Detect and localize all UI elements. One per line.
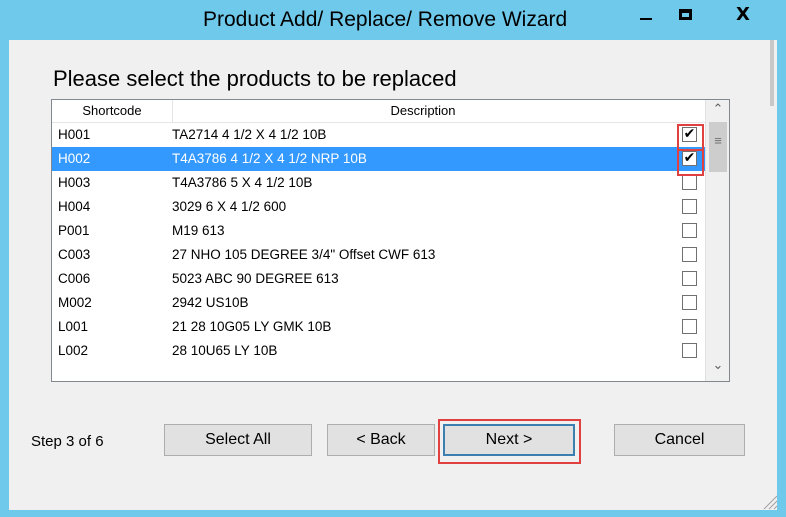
product-list[interactable]: Shortcode Description H001 TA2714 4 1/2 X…	[51, 99, 730, 382]
list-rows: H001 TA2714 4 1/2 X 4 1/2 10B ✔ H002 T4A3786…	[52, 123, 705, 363]
table-row[interactable]: L002 28 10U65 LY 10B	[52, 339, 705, 363]
shortcode-cell: L001	[58, 319, 89, 334]
table-row[interactable]: H003 T4A3786 5 X 4 1/2 10B	[52, 171, 705, 195]
minimize-button[interactable]	[628, 0, 664, 28]
table-row[interactable]: P001 M19 613	[52, 219, 705, 243]
description-cell: 28 10U65 LY 10B	[172, 343, 278, 358]
select-all-button[interactable]: Select All	[164, 424, 312, 456]
description-cell: 3029 6 X 4 1/2 600	[172, 199, 287, 214]
highlight-box-checkbox-2	[677, 149, 704, 176]
table-row[interactable]: M002 2942 US10B	[52, 291, 705, 315]
shortcode-cell: H002	[58, 151, 91, 166]
scroll-thumb[interactable]: ≡	[709, 122, 727, 172]
scroll-up-arrow-icon[interactable]: ⌃	[706, 102, 729, 122]
table-row[interactable]: L001 21 28 10G05 LY GMK 10B	[52, 315, 705, 339]
shortcode-cell: H001	[58, 127, 91, 142]
checkbox[interactable]	[682, 175, 697, 190]
list-header: Shortcode Description	[52, 100, 705, 123]
description-cell: TA2714 4 1/2 X 4 1/2 10B	[172, 127, 327, 142]
checkbox[interactable]	[682, 319, 697, 334]
close-icon: X	[736, 3, 750, 25]
step-indicator: Step 3 of 6	[31, 433, 104, 450]
checkbox[interactable]	[682, 295, 697, 310]
description-cell: M19 613	[172, 223, 225, 238]
checkbox[interactable]	[682, 247, 697, 262]
close-button[interactable]: X	[706, 0, 780, 28]
window-title: Product Add/ Replace/ Remove Wizard	[203, 8, 568, 31]
column-header-description[interactable]: Description	[173, 100, 673, 122]
table-row[interactable]: C006 5023 ABC 90 DEGREE 613	[52, 267, 705, 291]
wizard-window: Product Add/ Replace/ Remove Wizard X Pl…	[0, 0, 786, 517]
table-row[interactable]: C003 27 NHO 105 DEGREE 3/4" Offset CWF 61…	[52, 243, 705, 267]
description-cell: 27 NHO 105 DEGREE 3/4" Offset CWF 613	[172, 247, 436, 262]
checkbox[interactable]	[682, 223, 697, 238]
column-header-shortcode[interactable]: Shortcode	[52, 100, 173, 122]
description-cell: T4A3786 4 1/2 X 4 1/2 NRP 10B	[172, 151, 367, 166]
checkbox[interactable]	[682, 199, 697, 214]
checkbox[interactable]	[682, 271, 697, 286]
table-row[interactable]: H001 TA2714 4 1/2 X 4 1/2 10B ✔	[52, 123, 705, 147]
description-cell: T4A3786 5 X 4 1/2 10B	[172, 175, 313, 190]
shortcode-cell: P001	[58, 223, 90, 238]
shortcode-cell: L002	[58, 343, 89, 358]
window-scroll-edge[interactable]	[770, 40, 774, 106]
resize-grip-icon[interactable]	[760, 492, 778, 510]
checkbox[interactable]	[682, 343, 697, 358]
shortcode-cell: M002	[58, 295, 92, 310]
shortcode-cell: C006	[58, 271, 91, 286]
highlight-box-next	[438, 419, 581, 464]
description-cell: 5023 ABC 90 DEGREE 613	[172, 271, 339, 286]
maximize-icon	[678, 8, 692, 20]
scroll-down-arrow-icon[interactable]: ⌄	[706, 358, 729, 378]
description-cell: 2942 US10B	[172, 295, 249, 310]
shortcode-cell: H003	[58, 175, 91, 190]
table-row[interactable]: H004 3029 6 X 4 1/2 600	[52, 195, 705, 219]
maximize-button[interactable]	[666, 0, 704, 28]
table-row[interactable]: H002 T4A3786 4 1/2 X 4 1/2 NRP 10B ✔	[52, 147, 705, 171]
description-cell: 21 28 10G05 LY GMK 10B	[172, 319, 332, 334]
minimize-icon	[640, 18, 652, 20]
cancel-button[interactable]: Cancel	[614, 424, 745, 456]
shortcode-cell: H004	[58, 199, 91, 214]
highlight-box-checkbox-1	[677, 124, 704, 151]
page-heading: Please select the products to be replace…	[53, 66, 457, 91]
list-scrollbar[interactable]: ⌃ ≡ ⌄	[705, 100, 729, 381]
title-bar[interactable]: Product Add/ Replace/ Remove Wizard X	[0, 0, 786, 40]
shortcode-cell: C003	[58, 247, 91, 262]
grip-icon: ≡	[714, 133, 722, 148]
back-button[interactable]: < Back	[327, 424, 435, 456]
